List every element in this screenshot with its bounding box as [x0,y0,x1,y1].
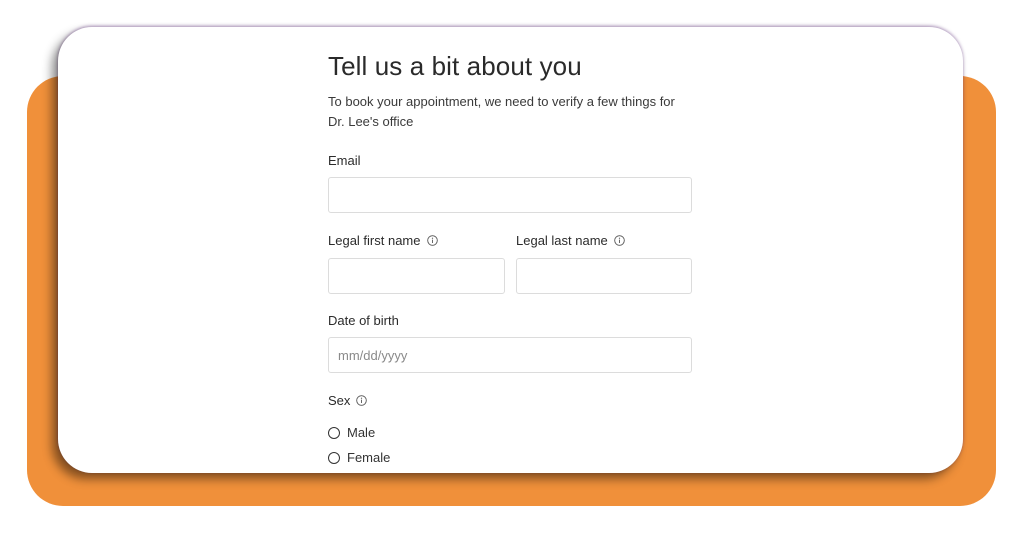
page-subtitle: To book your appointment, we need to ver… [328,94,675,129]
page-title: Tell us a bit about you [328,51,582,81]
last-name-label-text: Legal last name [516,233,608,248]
dob-label-text: Date of birth [328,313,399,328]
info-icon[interactable] [356,395,368,406]
sex-label: Sex [328,393,368,408]
first-name-field[interactable] [328,258,505,294]
first-name-label: Legal first name [328,233,438,248]
last-name-label: Legal last name [516,233,625,248]
last-name-field[interactable] [516,258,692,294]
radio-button-icon[interactable] [328,426,340,439]
sex-option-female[interactable]: Female [328,450,390,465]
email-field[interactable] [328,177,692,213]
sex-option-male[interactable]: Male [328,425,375,440]
info-icon[interactable] [614,235,625,246]
email-label-text: Email [328,153,361,168]
dob-field[interactable] [328,337,692,373]
radio-button-icon[interactable] [328,451,340,464]
info-icon[interactable] [426,235,438,246]
sex-label-text: Sex [328,393,351,408]
radio-label: Male [347,425,376,440]
radio-label: Female [347,450,391,465]
dob-label: Date of birth [328,313,399,328]
email-label: Email [328,153,361,168]
form-card: Tell us a bit about you To book your app… [58,27,963,473]
first-name-label-text: Legal first name [328,233,421,248]
